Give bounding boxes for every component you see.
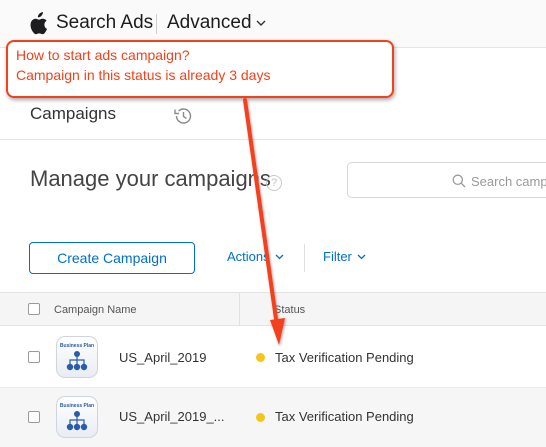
row-checkbox[interactable]: [28, 351, 40, 363]
campaign-status: Tax Verification Pending: [275, 409, 414, 424]
campaign-name[interactable]: US_April_2019: [119, 350, 206, 365]
table-header: Campaign Name Status: [0, 292, 546, 326]
annotation-line-1: How to start ads campaign?: [16, 47, 190, 63]
tab-campaigns[interactable]: Campaigns: [30, 104, 116, 124]
toolbar-divider: [304, 244, 305, 272]
history-icon[interactable]: [172, 105, 194, 127]
annotation-line-2: Campaign in this status is already 3 day…: [16, 67, 271, 83]
search-box: [347, 162, 546, 198]
app-icon-label: Business Plan: [59, 343, 95, 349]
annotation-callout: How to start ads campaign? Campaign in t…: [6, 40, 394, 98]
campaign-status: Tax Verification Pending: [275, 350, 414, 365]
column-header-status[interactable]: Status: [274, 304, 305, 316]
search-input[interactable]: [471, 171, 546, 191]
select-all-checkbox[interactable]: [28, 303, 40, 315]
actions-menu[interactable]: Actions: [227, 249, 284, 264]
app-icon: Business Plan: [56, 336, 98, 378]
chevron-down-icon: [275, 254, 284, 259]
filter-label: Filter: [323, 249, 352, 264]
mode-selector[interactable]: Advanced: [167, 12, 266, 34]
status-dot: [256, 413, 265, 422]
page-title: Manage your campaigns: [30, 166, 271, 191]
status-dot: [256, 353, 265, 362]
campaign-name[interactable]: US_April_2019_...: [119, 409, 225, 424]
create-campaign-button[interactable]: Create Campaign: [29, 242, 195, 274]
app-title: Search Ads: [56, 12, 154, 33]
apple-logo-icon: [30, 12, 47, 35]
org-chart-icon: [66, 351, 88, 371]
mode-label: Advanced: [167, 12, 252, 33]
filter-menu[interactable]: Filter: [323, 249, 366, 264]
table-row[interactable]: Business Plan US_April_2019 Tax Verifica…: [0, 327, 546, 387]
chevron-down-icon: [357, 254, 366, 259]
chevron-down-icon: [256, 20, 266, 26]
org-chart-icon: [66, 411, 88, 431]
column-header-campaign-name[interactable]: Campaign Name: [54, 304, 137, 316]
header-divider: [156, 14, 157, 34]
search-icon: [452, 174, 466, 188]
column-divider: [239, 293, 240, 326]
actions-label: Actions: [227, 249, 270, 264]
app-icon-label: Business Plan: [59, 403, 95, 409]
app-icon: Business Plan: [56, 396, 98, 438]
help-icon[interactable]: ?: [266, 175, 282, 191]
row-checkbox[interactable]: [28, 411, 40, 423]
table-row[interactable]: Business Plan US_April_2019_... Tax Veri…: [0, 388, 546, 447]
